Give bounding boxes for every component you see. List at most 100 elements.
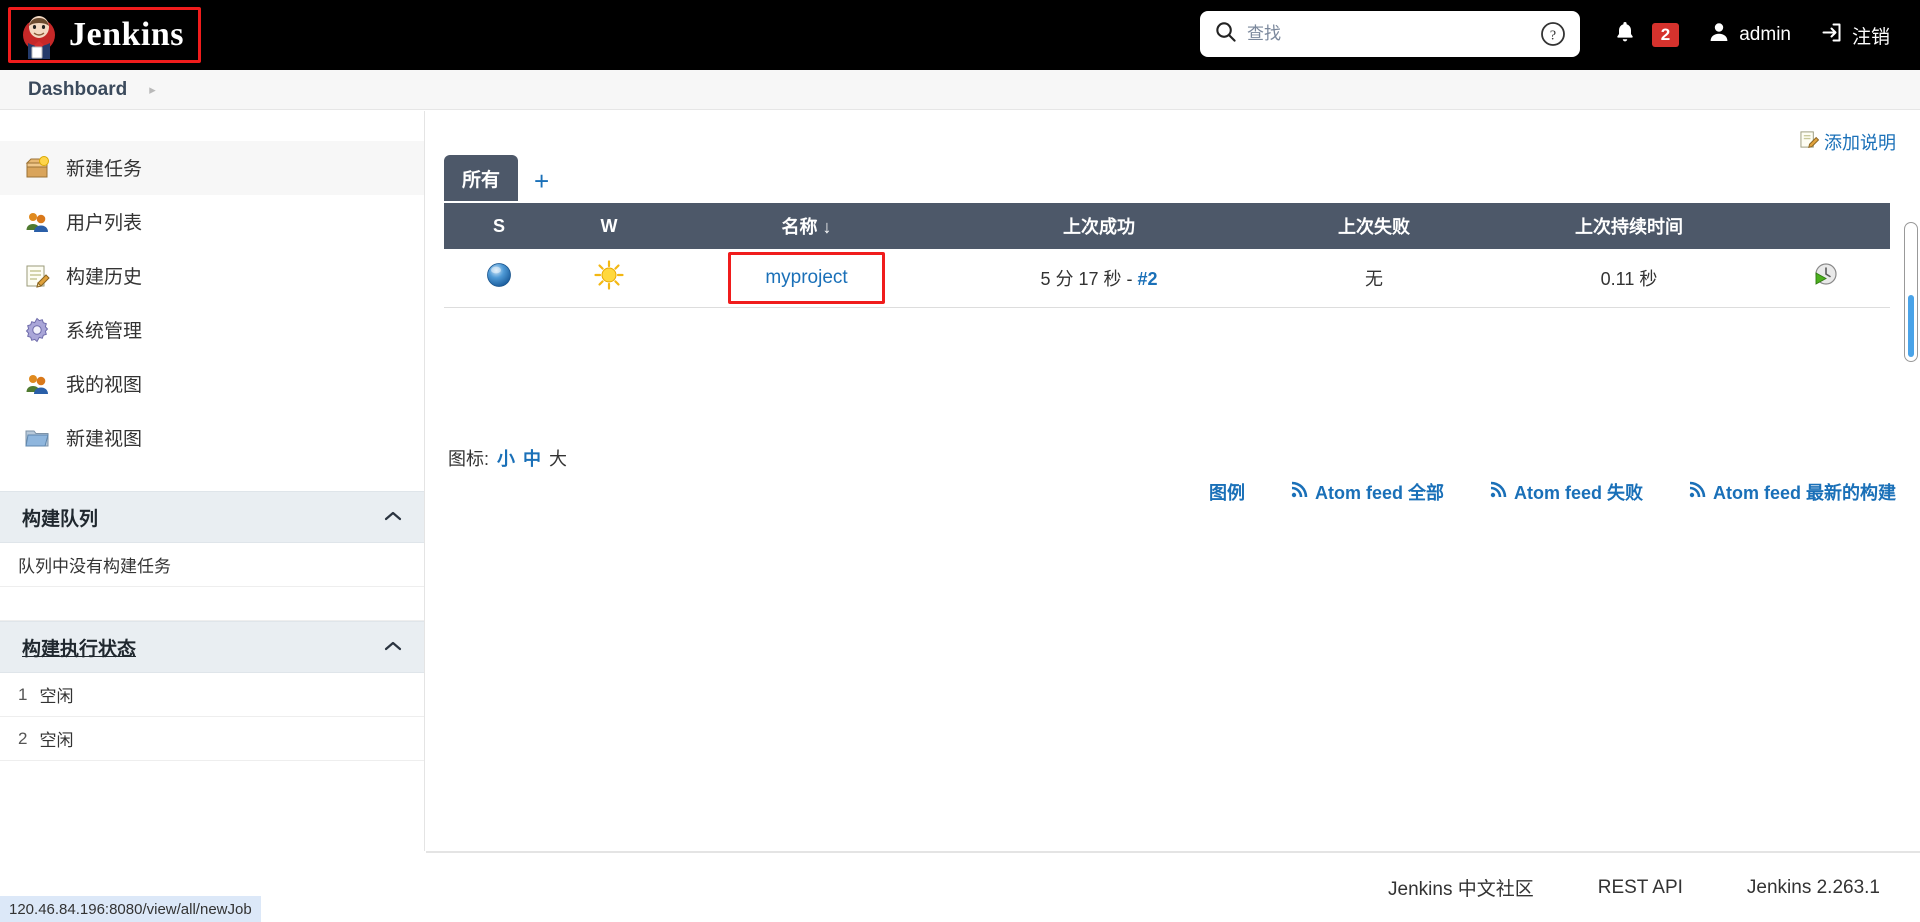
breadcrumb: Dashboard ▸ — [0, 70, 1920, 110]
build-executor-header[interactable]: 构建执行状态 — [0, 621, 424, 673]
sidebar-label: 新建视图 — [66, 429, 143, 450]
search-input[interactable] — [1247, 24, 1540, 44]
legend-link[interactable]: 图例 — [1209, 479, 1245, 505]
sidebar-label: 构建历史 — [66, 267, 143, 288]
sidebar-item-users[interactable]: 用户列表 — [0, 195, 424, 249]
new-job-box-icon — [24, 155, 50, 181]
rss-icon — [1689, 481, 1706, 503]
footer-community-link[interactable]: Jenkins 中文社区 — [1388, 874, 1534, 901]
chevron-up-icon[interactable] — [384, 637, 402, 657]
cell-actions — [1759, 249, 1890, 308]
search-box[interactable]: ? — [1200, 11, 1580, 57]
people-icon — [24, 371, 50, 397]
table-row: myproject 5 分 17 秒 - #2 无 0.11 秒 — [444, 249, 1890, 308]
atom-feed-latest-link[interactable]: Atom feed 最新的构建 — [1689, 479, 1896, 505]
sidebar-item-new-view[interactable]: 新建视图 — [0, 411, 424, 465]
sidebar-item-my-views[interactable]: 我的视图 — [0, 357, 424, 411]
atom-feed-failed-link[interactable]: Atom feed 失败 — [1490, 479, 1643, 505]
panel-spacer — [0, 587, 424, 621]
person-icon — [1707, 20, 1731, 50]
last-success-text: 5 分 17 秒 - — [1040, 268, 1138, 289]
executor-status: 空闲 — [39, 687, 74, 706]
question-circle-icon[interactable]: ? — [1540, 21, 1566, 47]
add-view-tab-button[interactable]: + — [518, 166, 565, 201]
add-description-link[interactable]: 添加说明 — [1800, 129, 1896, 155]
tab-all[interactable]: 所有 — [444, 155, 519, 201]
executor-row[interactable]: 1 空闲 — [0, 673, 424, 717]
sidebar-item-new-job[interactable]: 新建任务 — [0, 141, 424, 195]
executor-number: 1 — [18, 684, 28, 704]
people-icon — [24, 209, 50, 235]
breadcrumb-item-dashboard[interactable]: Dashboard — [28, 79, 127, 101]
cell-last-failure: 无 — [1249, 249, 1499, 308]
build-queue-empty-text: 队列中没有构建任务 — [18, 557, 171, 576]
sidebar-top-gap — [0, 111, 424, 141]
folder-icon — [24, 425, 50, 451]
build-executor-title: 构建执行状态 — [22, 638, 137, 660]
atom-feed-all-label: Atom feed 全部 — [1314, 483, 1444, 503]
logout-button[interactable]: 注销 — [1805, 0, 1904, 70]
sidebar-item-build-history[interactable]: 构建历史 — [0, 249, 424, 303]
add-description-label: 添加说明 — [1824, 133, 1896, 153]
sidebar: 新建任务 用户列表 构建历史 系统管理 我的视图 新建视图 构建队列 队列中没有… — [0, 111, 425, 851]
page-footer: Jenkins 中文社区 REST API Jenkins 2.263.1 — [426, 852, 1920, 922]
vertical-scrollbar[interactable] — [1904, 222, 1918, 362]
icon-size-large[interactable]: 大 — [549, 445, 567, 471]
brand-title: Jenkins — [69, 16, 184, 53]
gear-icon — [24, 317, 50, 343]
notifications-button[interactable]: 2 — [1599, 0, 1693, 70]
user-name-label: admin — [1739, 24, 1791, 45]
column-header-last-failure[interactable]: 上次失败 — [1249, 203, 1499, 249]
sidebar-item-manage-jenkins[interactable]: 系统管理 — [0, 303, 424, 357]
column-header-name[interactable]: 名称 ↓ — [664, 203, 949, 249]
column-header-actions — [1759, 203, 1890, 249]
svg-text:?: ? — [1550, 29, 1556, 44]
schedule-build-icon[interactable] — [1811, 263, 1839, 293]
column-header-weather[interactable]: W — [554, 203, 664, 249]
search-icon — [1214, 20, 1237, 48]
icon-size-medium[interactable]: 中 — [523, 445, 541, 471]
browser-status-bar: 120.46.84.196:8080/view/all/newJob — [0, 896, 261, 922]
legend-label: 图例 — [1208, 483, 1245, 503]
jobs-table: S W 名称 ↓ 上次成功 上次失败 上次持续时间 myproject 5 分 … — [444, 203, 1890, 308]
sidebar-label: 我的视图 — [66, 375, 143, 396]
footer-rest-api-link[interactable]: REST API — [1598, 877, 1683, 899]
column-header-last-duration[interactable]: 上次持续时间 — [1499, 203, 1759, 249]
build-queue-header[interactable]: 构建队列 — [0, 491, 424, 543]
feed-links: 图例 Atom feed 全部 Atom feed 失败 Atom feed 最… — [1209, 479, 1896, 505]
icon-size-small[interactable]: 小 — [497, 445, 515, 471]
notification-count-badge: 2 — [1651, 23, 1680, 47]
cell-weather — [554, 249, 664, 308]
column-header-last-success[interactable]: 上次成功 — [949, 203, 1249, 249]
jenkins-brand-link[interactable]: Jenkins — [8, 7, 201, 63]
notepad-pencil-icon — [24, 263, 50, 289]
view-tabs: 所有 + — [444, 155, 565, 201]
edit-note-icon — [1800, 130, 1820, 154]
executor-row[interactable]: 2 空闲 — [0, 717, 424, 761]
sunny-weather-icon[interactable] — [594, 260, 624, 294]
main-content: 添加说明 所有 + S W 名称 ↓ 上次成功 上次失败 上次持续时间 mypr… — [426, 111, 1920, 851]
jenkins-butler-logo — [19, 13, 59, 59]
user-menu-button[interactable]: admin — [1693, 0, 1805, 70]
atom-feed-latest-label: Atom feed 最新的构建 — [1712, 483, 1896, 503]
status-bar-url: 120.46.84.196:8080/view/all/newJob — [9, 900, 252, 918]
sidebar-label: 新建任务 — [66, 159, 143, 180]
executor-status: 空闲 — [39, 731, 74, 750]
executor-number: 2 — [18, 728, 28, 748]
scrollbar-thumb[interactable] — [1908, 295, 1914, 357]
last-success-build-link[interactable]: #2 — [1138, 269, 1158, 289]
atom-feed-all-link[interactable]: Atom feed 全部 — [1291, 479, 1444, 505]
job-link-myproject[interactable]: myproject — [765, 267, 847, 288]
cell-job-name: myproject — [664, 249, 949, 308]
sidebar-label: 系统管理 — [66, 321, 143, 342]
header-right-actions: 2 admin 注销 — [1599, 0, 1904, 70]
build-queue-empty-row: 队列中没有构建任务 — [0, 543, 424, 587]
atom-feed-failed-label: Atom feed 失败 — [1513, 483, 1643, 503]
blue-ball-success-icon[interactable] — [485, 263, 513, 293]
rss-icon — [1490, 481, 1507, 503]
chevron-right-icon[interactable]: ▸ — [149, 82, 156, 98]
column-header-status[interactable]: S — [444, 203, 554, 249]
chevron-up-icon[interactable] — [384, 507, 402, 527]
footer-version-label[interactable]: Jenkins 2.263.1 — [1747, 877, 1880, 899]
bell-icon — [1613, 20, 1637, 50]
